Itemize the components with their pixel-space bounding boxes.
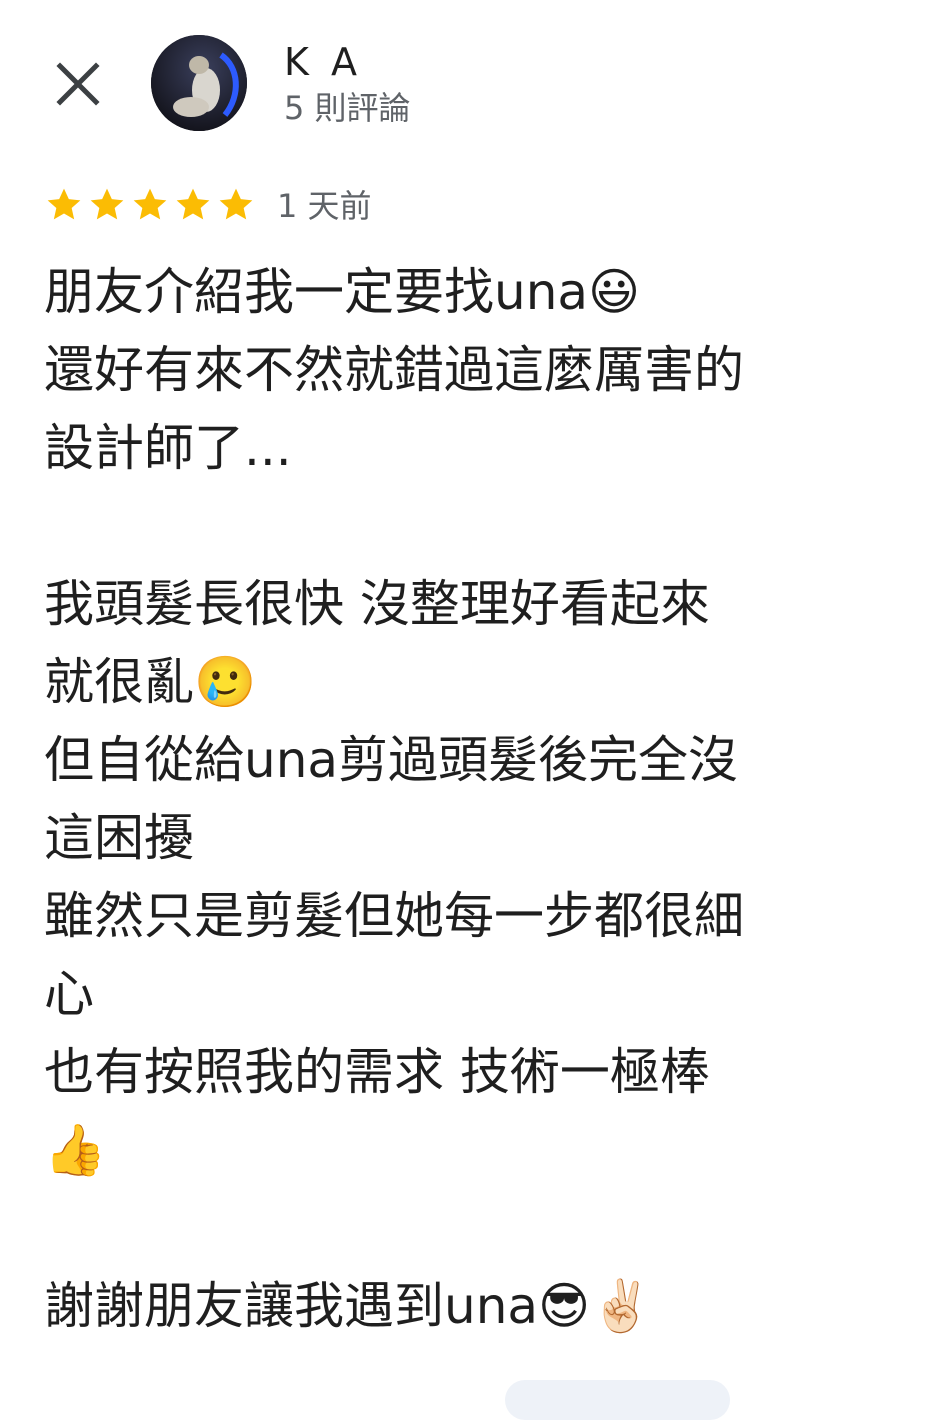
review-line: 雖然只是剪髮但她每一步都很細 (44, 887, 744, 945)
star-icon (173, 184, 213, 226)
star-icon (87, 184, 127, 226)
review-line: 也有按照我的需求 技術一極棒 (44, 1043, 710, 1101)
review-text: 朋友介紹我一定要找una😃 還好有來不然就錯過這麼厲害的 設計師了... 我頭髮… (44, 253, 904, 1345)
review-line: 但自從給una剪過頭髮後完全沒 (44, 731, 739, 789)
close-icon (50, 56, 106, 112)
review-line: 心 (44, 965, 94, 1023)
review-line: 朋友介紹我一定要找una😃 (44, 263, 641, 321)
review-line: 設計師了... (44, 419, 292, 477)
bottom-action-pill[interactable] (505, 1380, 730, 1420)
avatar[interactable] (151, 35, 247, 131)
review-line: 👍 (44, 1121, 107, 1179)
close-button[interactable] (50, 56, 106, 112)
star-icon (130, 184, 170, 226)
review-line: 這困擾 (44, 809, 194, 867)
review-count[interactable]: 5 則評論 (284, 86, 411, 130)
star-rating (44, 184, 256, 226)
review-line (44, 487, 904, 565)
review-line: 謝謝朋友讓我遇到una😎✌🏻 (44, 1277, 653, 1335)
star-icon (44, 184, 84, 226)
star-icon (216, 184, 256, 226)
review-line (44, 1189, 904, 1267)
reviewer-name[interactable]: K A (284, 38, 362, 86)
review-time: 1 天前 (277, 187, 372, 225)
review-line: 就很亂🥲 (44, 653, 257, 711)
review-line: 還好有來不然就錯過這麼厲害的 (44, 341, 744, 399)
review-line: 我頭髮長很快 沒整理好看起來 (44, 575, 710, 633)
